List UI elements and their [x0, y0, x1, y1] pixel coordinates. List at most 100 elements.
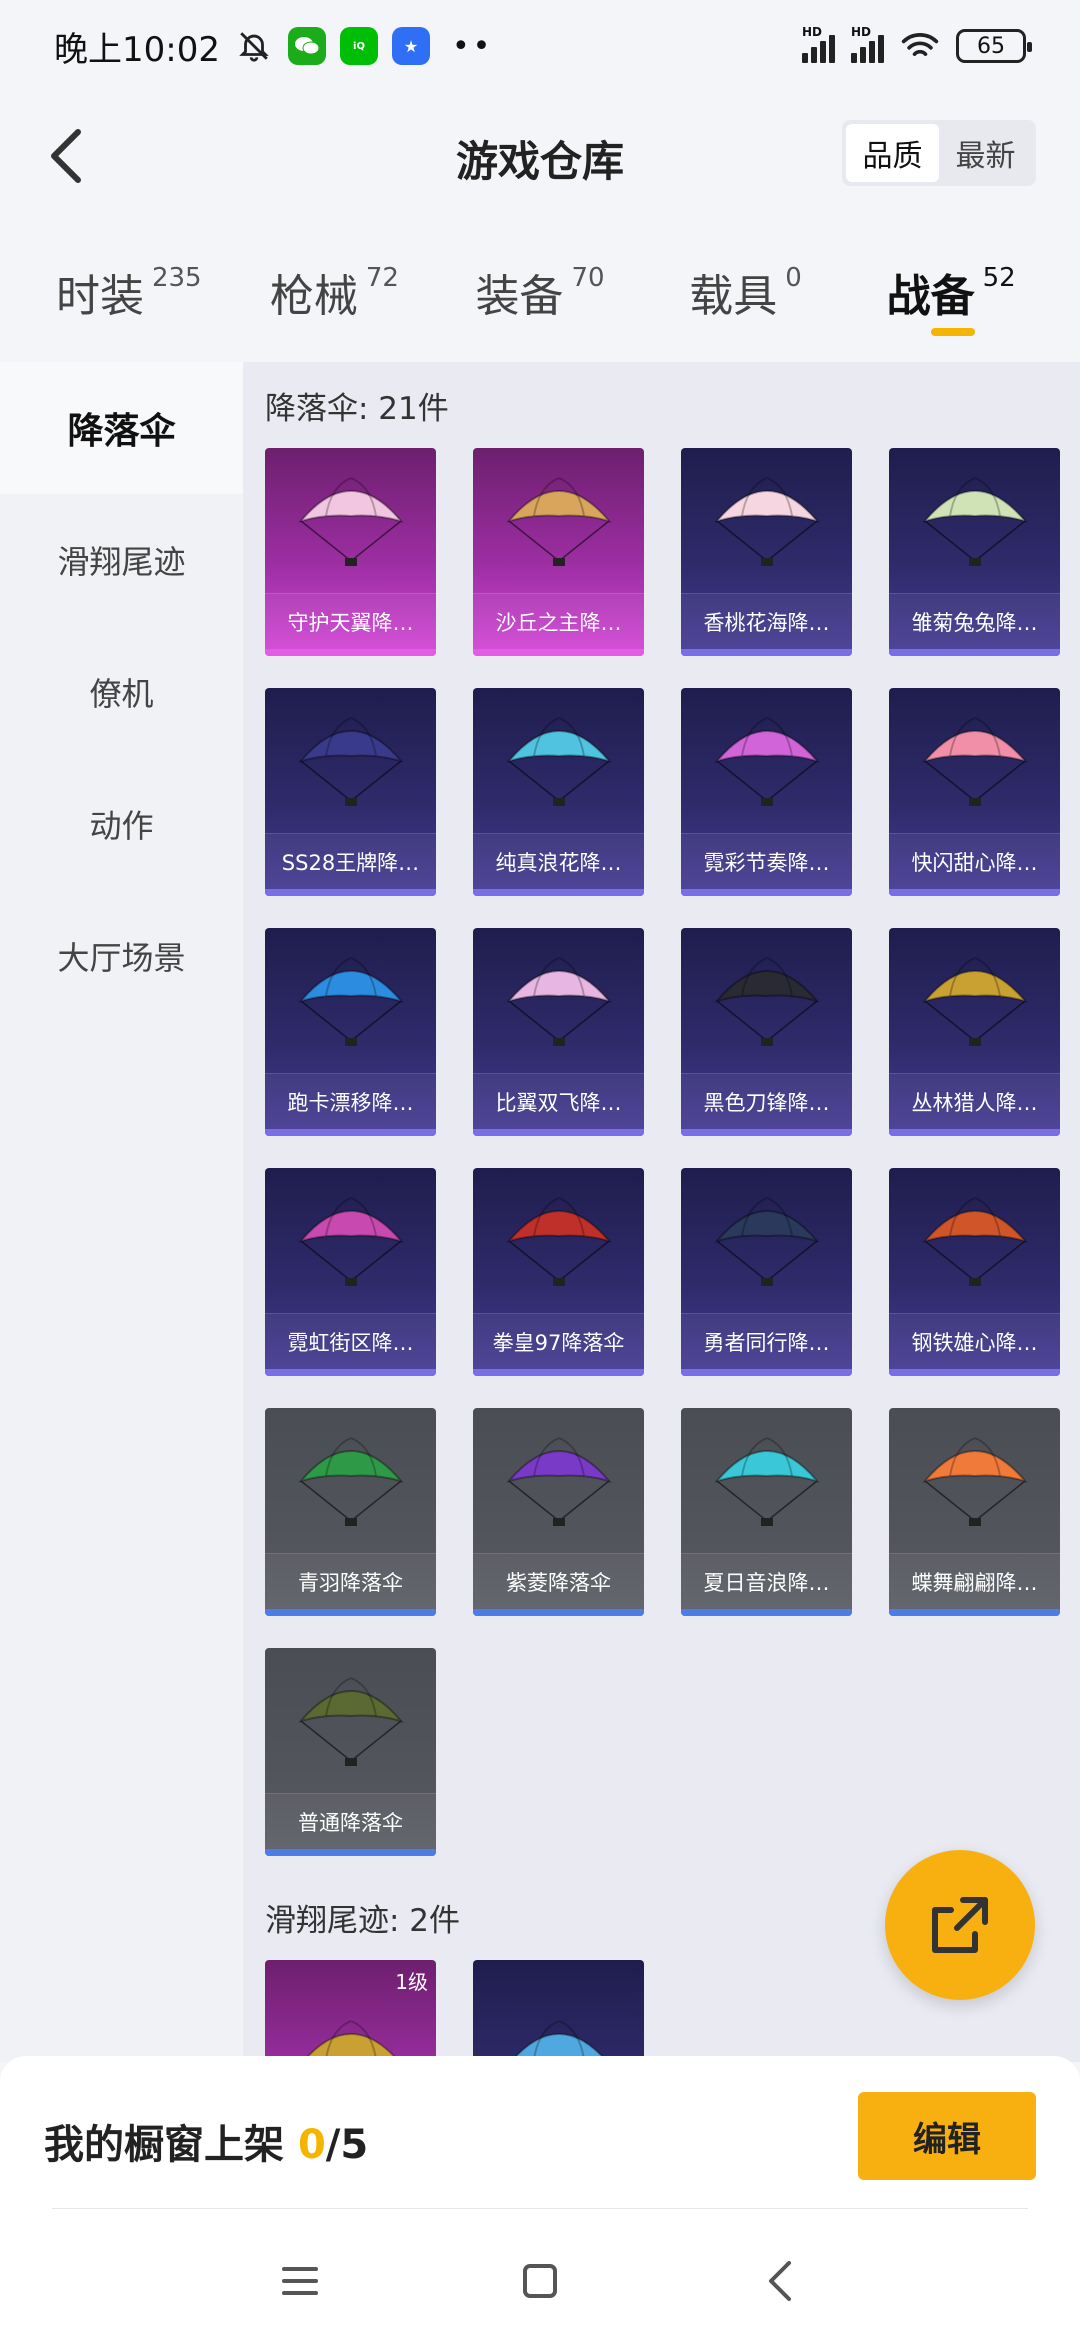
item-card[interactable]: 快闪甜心降… — [889, 688, 1060, 896]
item-card[interactable]: 比翼双飞降… — [473, 928, 644, 1136]
item-name: 沙丘之主降… — [473, 593, 644, 649]
tab-count: 70 — [571, 263, 605, 293]
parachute-image — [473, 1960, 644, 2062]
item-card[interactable]: 蝶舞翩翩降… — [889, 1408, 1060, 1616]
parachute-image — [681, 1408, 852, 1553]
rarity-bar — [265, 1369, 436, 1376]
item-name: 香桃花海降… — [681, 593, 852, 649]
back-arrow-icon — [769, 2261, 791, 2301]
tab-count: 72 — [365, 263, 399, 293]
signal-hd-2-icon: HD — [851, 25, 884, 63]
item-list[interactable]: 降落伞: 21件 守护天翼降… 沙丘之主降… 香桃花海降… 雏菊兔兔降… SS28王牌降… — [243, 362, 1080, 2062]
item-card[interactable]: 普通降落伞 — [265, 1648, 436, 1856]
item-card[interactable]: 跑卡漂移降… — [265, 928, 436, 1136]
share-button[interactable] — [885, 1850, 1035, 2000]
parachute-image — [681, 688, 852, 833]
tab-fashion[interactable]: 时装 235 — [26, 222, 232, 362]
sidebar-item-glide-trail[interactable]: 滑翔尾迹 — [0, 494, 243, 626]
showcase-count: 0 — [297, 2122, 326, 2168]
rarity-bar — [889, 1609, 1060, 1616]
wechat-icon — [287, 27, 326, 65]
item-name: 跑卡漂移降… — [265, 1073, 436, 1129]
item-card[interactable]: 香桃花海降… — [681, 448, 852, 656]
share-icon — [932, 1897, 988, 1953]
parachute-image — [889, 928, 1060, 1073]
system-nav-bar — [0, 2231, 1080, 2331]
nav-menu-button[interactable] — [270, 2251, 330, 2311]
tab-weapons[interactable]: 枪械 72 — [232, 222, 438, 362]
rarity-bar — [889, 1129, 1060, 1136]
sidebar-item-parachute[interactable]: 降落伞 — [0, 362, 243, 494]
item-card[interactable]: 勇者同行降… — [681, 1168, 852, 1376]
rarity-bar — [889, 1369, 1060, 1376]
parachute-image — [473, 688, 644, 833]
item-card[interactable]: 黑色刀锋降… — [681, 928, 852, 1136]
rarity-bar — [681, 889, 852, 896]
item-card[interactable]: 雏菊兔兔降… — [889, 448, 1060, 656]
item-card[interactable]: 钢铁雄心降… — [889, 1168, 1060, 1376]
parachute-image — [681, 928, 852, 1073]
item-name: 丛林猎人降… — [889, 1073, 1060, 1129]
parachute-image — [889, 688, 1060, 833]
tab-label: 装备 — [475, 271, 564, 322]
item-card[interactable]: 守护天翼降… — [265, 448, 436, 656]
rarity-bar — [473, 1609, 644, 1616]
rarity-bar — [265, 1129, 436, 1136]
star-app-icon: ★ — [391, 27, 430, 65]
item-card[interactable]: 1级 — [265, 1960, 436, 2062]
item-name: 拳皇97降落伞 — [473, 1313, 644, 1369]
sidebar-item-lobby-scene[interactable]: 大厅场景 — [0, 890, 243, 1022]
item-name: 普通降落伞 — [265, 1793, 436, 1849]
sidebar-item-emote[interactable]: 动作 — [0, 758, 243, 890]
item-card[interactable]: 纯真浪花降… — [473, 688, 644, 896]
signal-hd-1-icon: HD — [802, 25, 835, 63]
showcase-label: 我的橱窗上架 — [44, 2122, 298, 2168]
tab-combat-prep[interactable]: 战备 52 — [848, 222, 1054, 362]
item-name: 蝶舞翩翩降… — [889, 1553, 1060, 1609]
tab-label: 枪械 — [269, 271, 358, 322]
sort-newest-button[interactable]: 最新 — [939, 124, 1032, 182]
item-card[interactable]: 霓虹街区降… — [265, 1168, 436, 1376]
item-card[interactable]: 紫菱降落伞 — [473, 1408, 644, 1616]
item-name: 纯真浪花降… — [473, 833, 644, 889]
bell-muted-icon — [234, 26, 274, 66]
tab-count: 0 — [785, 263, 802, 293]
rarity-bar — [265, 1609, 436, 1616]
rarity-bar — [265, 649, 436, 656]
divider — [52, 2208, 1028, 2209]
item-name: 勇者同行降… — [681, 1313, 852, 1369]
nav-home-button[interactable] — [510, 2251, 570, 2311]
rarity-bar — [889, 649, 1060, 656]
parachute-image — [265, 1168, 436, 1313]
parachute-image — [265, 688, 436, 833]
parachute-image — [681, 448, 852, 593]
home-square-icon — [523, 2264, 557, 2298]
item-card[interactable]: 沙丘之主降… — [473, 448, 644, 656]
tab-count: 52 — [982, 263, 1016, 293]
item-card[interactable]: 青羽降落伞 — [265, 1408, 436, 1616]
item-name: 霓虹街区降… — [265, 1313, 436, 1369]
section-title-parachute: 降落伞: 21件 — [265, 390, 449, 427]
item-card[interactable]: 拳皇97降落伞 — [473, 1168, 644, 1376]
bottom-panel: 我的橱窗上架 0/5 编辑 — [0, 2056, 1080, 2340]
iqiyi-icon: iQ — [339, 27, 378, 65]
tab-vehicles[interactable]: 载具 0 — [643, 222, 849, 362]
sidebar: 降落伞 滑翔尾迹 僚机 动作 大厅场景 — [0, 362, 243, 2062]
item-name: 霓彩节奏降… — [681, 833, 852, 889]
tab-label: 载具 — [689, 271, 778, 322]
item-card[interactable]: 霓彩节奏降… — [681, 688, 852, 896]
tab-equipment[interactable]: 装备 70 — [437, 222, 643, 362]
item-card[interactable] — [473, 1960, 644, 2062]
sort-quality-button[interactable]: 品质 — [846, 124, 939, 182]
showcase-status: 我的橱窗上架 0/5 — [44, 2112, 368, 2170]
item-name: 钢铁雄心降… — [889, 1313, 1060, 1369]
nav-back-button[interactable] — [750, 2251, 810, 2311]
parachute-image — [473, 928, 644, 1073]
rarity-bar — [681, 649, 852, 656]
item-card[interactable]: 夏日音浪降… — [681, 1408, 852, 1616]
item-card[interactable]: SS28王牌降… — [265, 688, 436, 896]
sidebar-item-wingman[interactable]: 僚机 — [0, 626, 243, 758]
edit-button[interactable]: 编辑 — [858, 2092, 1036, 2180]
item-name: 青羽降落伞 — [265, 1553, 436, 1609]
item-card[interactable]: 丛林猎人降… — [889, 928, 1060, 1136]
